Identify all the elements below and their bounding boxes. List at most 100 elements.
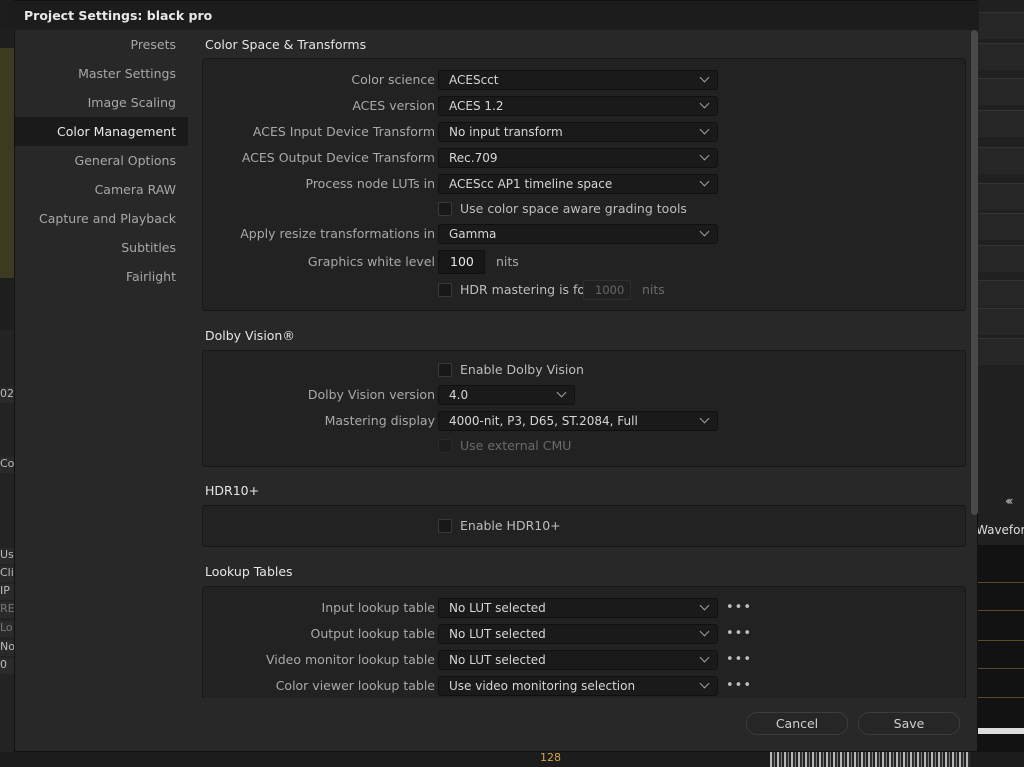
- right-panel-row: [978, 245, 1024, 272]
- output-lut-label: Output lookup table: [310, 626, 435, 641]
- waveform-gridline: [978, 640, 1024, 641]
- aces-idt-value: No input transform: [449, 125, 563, 139]
- output-lut-dropdown[interactable]: No LUT selected: [438, 624, 718, 644]
- scrollbar-thumb[interactable]: [971, 30, 978, 515]
- white-level-label: Graphics white level: [307, 254, 435, 269]
- hdr10-enable-checkbox[interactable]: [438, 519, 452, 533]
- resize-row: Apply resize transformations in Gamma: [203, 224, 967, 244]
- left-fragment-label: Cor: [0, 457, 14, 473]
- external-cmu-label: Use external CMU: [460, 438, 572, 453]
- resize-dropdown[interactable]: Gamma: [438, 224, 718, 244]
- color-space-panel: Color science ACEScct ACES version ACES …: [202, 58, 966, 311]
- sidebar-item-general-options[interactable]: General Options: [15, 146, 188, 175]
- aces-version-label: ACES version: [352, 98, 435, 113]
- sidebar-item-color-management[interactable]: Color Management: [15, 117, 188, 146]
- more-options-icon[interactable]: •••: [726, 626, 752, 641]
- left-fragment-label: Us: [0, 548, 14, 564]
- input-lut-row: Input lookup table No LUT selected •••: [203, 598, 967, 618]
- chevron-down-icon: [699, 72, 710, 83]
- chevron-down-icon: [699, 176, 710, 187]
- left-fragment-label: 0: [0, 658, 14, 674]
- sidebar-item-master-settings[interactable]: Master Settings: [15, 59, 188, 88]
- aces-idt-dropdown[interactable]: No input transform: [438, 122, 718, 142]
- aces-version-value: ACES 1.2: [449, 99, 504, 113]
- left-fragment-label: RE: [0, 602, 14, 618]
- mastering-display-value: 4000-nit, P3, D65, ST.2084, Full: [449, 414, 638, 428]
- sidebar-item-fairlight[interactable]: Fairlight: [15, 262, 188, 291]
- aces-odt-dropdown[interactable]: Rec.709: [438, 148, 718, 168]
- hdr10-panel: Enable HDR10+: [202, 505, 966, 547]
- dolby-version-value: 4.0: [449, 388, 469, 402]
- project-settings-dialog: Project Settings: black pro Presets Mast…: [1, 0, 979, 752]
- settings-content: Color Space & Transforms Color science A…: [188, 30, 973, 698]
- left-fragment-label: IP: [0, 584, 14, 600]
- sidebar-item-camera-raw[interactable]: Camera RAW: [15, 175, 188, 204]
- white-level-input[interactable]: 100: [438, 250, 485, 274]
- aces-odt-label: ACES Output Device Transform: [241, 150, 435, 165]
- section-title-luts: Lookup Tables: [205, 564, 293, 579]
- hdr-mastering-input: 1000: [583, 280, 631, 300]
- more-options-icon[interactable]: •••: [726, 652, 752, 667]
- color-science-dropdown[interactable]: ACEScct: [438, 70, 718, 90]
- dolby-version-row: Dolby Vision version 4.0: [203, 385, 967, 405]
- waveform-gridline: [978, 697, 1024, 698]
- color-science-label: Color science: [351, 72, 435, 87]
- right-panel-row: [978, 43, 1024, 70]
- grading-tools-checkbox[interactable]: [438, 202, 452, 216]
- more-options-icon[interactable]: •••: [726, 678, 752, 693]
- output-lut-row: Output lookup table No LUT selected •••: [203, 624, 967, 644]
- chevron-down-icon: [699, 678, 710, 689]
- input-lut-dropdown[interactable]: No LUT selected: [438, 598, 718, 618]
- cancel-button[interactable]: Cancel: [746, 712, 848, 735]
- chevron-down-icon: [699, 226, 710, 237]
- right-panel-row: [978, 110, 1024, 137]
- color-viewer-lut-dropdown[interactable]: Use video monitoring selection: [438, 676, 718, 696]
- video-monitor-lut-row: Video monitor lookup table No LUT select…: [203, 650, 967, 670]
- more-options-icon[interactable]: •••: [726, 600, 752, 615]
- aces-version-row: ACES version ACES 1.2: [203, 96, 967, 116]
- color-science-value: ACEScct: [449, 73, 499, 87]
- grading-tools-label[interactable]: Use color space aware grading tools: [460, 201, 687, 216]
- chevron-down-icon: [699, 600, 710, 611]
- save-button[interactable]: Save: [858, 712, 960, 735]
- settings-sidebar: Presets Master Settings Image Scaling Co…: [15, 30, 188, 291]
- dolby-version-dropdown[interactable]: 4.0: [438, 385, 575, 405]
- right-panel-row: [978, 213, 1024, 240]
- input-lut-label: Input lookup table: [321, 600, 435, 615]
- chevron-down-icon: [699, 413, 710, 424]
- chevron-down-icon: [699, 626, 710, 637]
- double-chevron-left-icon[interactable]: ‹‹‹: [1005, 494, 1014, 508]
- right-panel-row: [978, 12, 1024, 39]
- sidebar-item-presets[interactable]: Presets: [15, 30, 188, 59]
- resize-value: Gamma: [449, 227, 497, 241]
- scope-readout: 128: [540, 751, 561, 764]
- dolby-enable-checkbox[interactable]: [438, 363, 452, 377]
- dolby-enable-label[interactable]: Enable Dolby Vision: [460, 362, 584, 377]
- process-luts-dropdown[interactable]: ACEScc AP1 timeline space: [438, 174, 718, 194]
- right-panel-row: [978, 147, 1024, 174]
- video-monitor-lut-value: No LUT selected: [449, 653, 546, 667]
- waveform-gridline: [978, 668, 1024, 669]
- left-fragment-label: No: [0, 640, 14, 656]
- dialog-titlebar[interactable]: Project Settings: black pro: [1, 1, 979, 30]
- sidebar-item-capture-playback[interactable]: Capture and Playback: [15, 204, 188, 233]
- hdr-mastering-checkbox[interactable]: [438, 283, 452, 297]
- sidebar-item-image-scaling[interactable]: Image Scaling: [15, 88, 188, 117]
- color-viewer-lut-row: Color viewer lookup table Use video moni…: [203, 676, 967, 696]
- aces-odt-value: Rec.709: [449, 151, 498, 165]
- dolby-version-label: Dolby Vision version: [307, 387, 435, 402]
- mastering-display-label: Mastering display: [324, 413, 435, 428]
- chevron-down-icon: [699, 98, 710, 109]
- content-scrollbar[interactable]: [971, 30, 978, 744]
- hdr-mastering-label[interactable]: HDR mastering is for: [460, 282, 590, 297]
- color-science-row: Color science ACEScct: [203, 70, 967, 90]
- video-monitor-lut-dropdown[interactable]: No LUT selected: [438, 650, 718, 670]
- chevron-down-icon: [699, 652, 710, 663]
- sidebar-item-subtitles[interactable]: Subtitles: [15, 233, 188, 262]
- left-fragment-label: 02: [0, 387, 14, 403]
- aces-version-dropdown[interactable]: ACES 1.2: [438, 96, 718, 116]
- external-cmu-row: Use external CMU: [203, 436, 967, 456]
- hdr10-enable-label[interactable]: Enable HDR10+: [460, 518, 561, 533]
- mastering-display-dropdown[interactable]: 4000-nit, P3, D65, ST.2084, Full: [438, 411, 718, 431]
- chevron-down-icon: [556, 387, 567, 398]
